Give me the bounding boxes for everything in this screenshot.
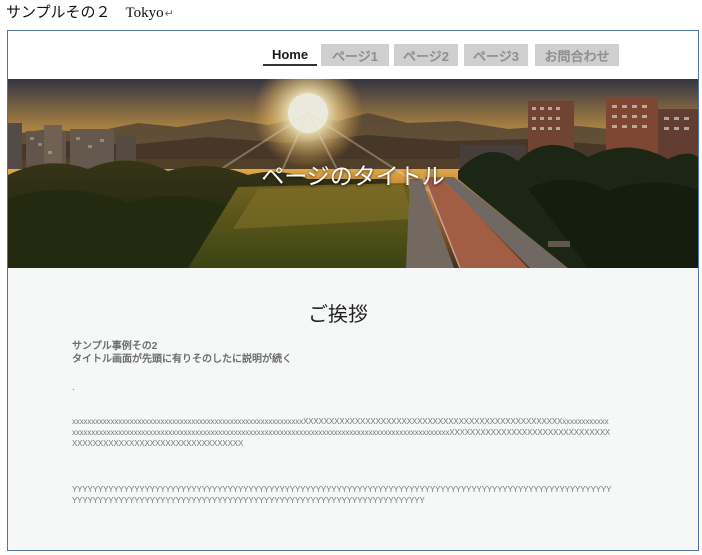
- top-navigation-bar: Home ページ1 ページ2 ページ3 お問合わせ: [8, 31, 698, 79]
- document-caption: サンプルその２ Tokyo↵: [6, 4, 174, 23]
- webpage-preview-frame: Home ページ1 ページ2 ページ3 お問合わせ ページのタイトル ご挨拶 サ…: [7, 30, 699, 551]
- nav-tab-home[interactable]: Home: [263, 44, 317, 66]
- dot-separator: .: [72, 382, 75, 393]
- intro-line-2: タイトル画面が先頭に有りそのしたに説明が続く: [72, 354, 292, 365]
- main-content: ご挨拶 サンプル事例その2 タイトル画面が先頭に有りそのしたに説明が続く . x…: [8, 268, 698, 550]
- hero-page-title: ページのタイトル: [261, 164, 445, 190]
- nav-tab-page1[interactable]: ページ1: [321, 44, 389, 66]
- placeholder-paragraph-y: YYYYYYYYYYYYYYYYYYYYYYYYYYYYYYYYYYYYYYYY…: [72, 485, 612, 505]
- intro-line-1: サンプル事例その2: [72, 341, 158, 352]
- greeting-heading: ご挨拶: [308, 302, 368, 326]
- intro-text: サンプル事例その2 タイトル画面が先頭に有りそのしたに説明が続く: [72, 340, 292, 366]
- placeholder-paragraph-x: xxxxxxxxxxxxxxxxxxxxxxxxxxxxxxxxxxxxxxxx…: [72, 417, 611, 448]
- nav-tab-contact[interactable]: お問合わせ: [535, 44, 619, 66]
- paragraph-return-mark: ↵: [164, 8, 174, 20]
- nav-tab-page2[interactable]: ページ2: [394, 44, 458, 66]
- document-caption-text: サンプルその２ Tokyo: [6, 5, 164, 21]
- hero-banner: ページのタイトル: [8, 79, 698, 268]
- nav-tab-page3[interactable]: ページ3: [464, 44, 528, 66]
